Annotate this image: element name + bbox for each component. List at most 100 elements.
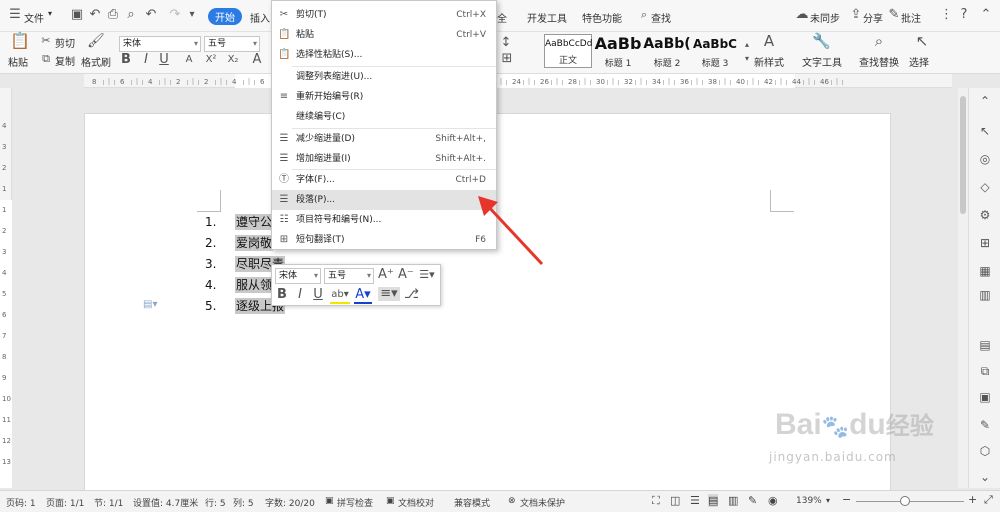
list-text[interactable]: 遵守公 — [235, 214, 274, 230]
vertical-ruler[interactable]: 4 3 2 1 1 2 3 4 5 6 7 8 9 10 11 12 13 — [0, 88, 12, 488]
status-setting[interactable]: 设置值: 4.7厘米 — [133, 496, 198, 509]
paragraph-options-icon[interactable]: ▤▾ — [143, 299, 157, 310]
status-section[interactable]: 节: 1/1 — [94, 496, 123, 509]
undo-icon[interactable]: ↶ — [144, 8, 158, 22]
mini-font-size-select[interactable]: 五号 — [324, 268, 374, 284]
outline-icon[interactable]: ☰ — [690, 494, 700, 507]
vertical-scrollbar[interactable] — [958, 88, 968, 488]
align-icon[interactable]: ≡▾ — [378, 287, 400, 301]
zoom-in-icon[interactable]: + — [968, 493, 977, 506]
menu-item-cut[interactable]: ✂ 剪切(T) Ctrl+X — [272, 5, 496, 25]
preview-icon[interactable]: ⌕ — [124, 8, 138, 22]
list-item[interactable]: 4. 服从领 — [205, 275, 274, 295]
wrench-icon[interactable]: 🔧 — [812, 34, 831, 49]
write-mode-icon[interactable]: ✎ — [748, 494, 757, 507]
doc-check-button[interactable]: 文档校对 — [398, 496, 434, 509]
scrollbar-thumb[interactable] — [960, 96, 966, 214]
collapse-ribbon-icon[interactable]: ⌃ — [980, 8, 992, 22]
help-icon[interactable]: ? — [958, 8, 970, 22]
tab-insert[interactable]: 插入 — [250, 10, 270, 25]
tab-developer[interactable]: 开发工具 — [527, 10, 567, 25]
hamburger-menu-icon[interactable]: ☰ — [8, 8, 22, 22]
protect-status[interactable]: 文档未保护 — [520, 496, 565, 509]
shrink-font-icon[interactable]: A⁻ — [398, 268, 414, 282]
chevron-down-icon[interactable]: ▾ — [48, 9, 52, 18]
zoom-out-icon[interactable]: − — [842, 493, 851, 506]
document-icon[interactable]: ▤ — [977, 338, 993, 352]
menu-item-increase-indent[interactable]: ☰ 增加缩进量(I) Shift+Alt+. — [272, 149, 496, 169]
menu-item-adjust-list-indent[interactable]: 调整列表缩进(U)... — [272, 67, 496, 87]
status-row[interactable]: 行: 5 — [205, 496, 226, 509]
cut-button[interactable]: 剪切 — [55, 35, 75, 50]
pages-icon[interactable]: ⧉ — [977, 364, 993, 379]
shield-icon[interactable]: ⬡ — [977, 444, 993, 458]
italic-icon[interactable]: I — [140, 53, 152, 67]
fullscreen-icon[interactable]: ⛶ — [652, 494, 660, 508]
status-word-count[interactable]: 字数: 20/20 — [265, 496, 315, 509]
grow-font-icon[interactable]: A⁺ — [378, 268, 394, 282]
new-style-button[interactable]: 新样式 — [754, 54, 784, 69]
doc-check-icon[interactable]: ▣ — [386, 496, 395, 506]
redo-icon[interactable]: ↷ — [168, 8, 182, 22]
style-heading2[interactable]: AaBb( 标题 2 — [643, 34, 691, 69]
settings-icon[interactable]: ⚙ — [977, 208, 993, 222]
tab-home[interactable]: 开始 — [208, 8, 242, 25]
status-page-number[interactable]: 页码: 1 — [6, 496, 36, 509]
style-heading1[interactable]: AaBb 标题 1 — [594, 34, 642, 69]
menu-item-paste[interactable]: 📋 粘贴 Ctrl+V — [272, 25, 496, 45]
table-icon[interactable]: ⊞ — [977, 236, 993, 250]
mini-font-name-select[interactable]: 宋体 — [275, 268, 321, 284]
menu-item-paste-special[interactable]: 📋 选择性粘贴(S)... — [272, 45, 496, 65]
select-button[interactable]: 选择 — [909, 54, 929, 69]
chart-icon[interactable]: ▥ — [977, 288, 993, 302]
menu-item-translate[interactable]: ⊞ 短句翻译(T) F6 — [272, 230, 496, 250]
sort-icon[interactable]: ↕ — [500, 36, 512, 50]
menu-item-paragraph[interactable]: ☰ 段落(P)... — [272, 190, 496, 210]
zoom-level[interactable]: 139% — [796, 496, 822, 506]
superscript-icon[interactable]: X² — [204, 53, 218, 67]
line-spacing-icon[interactable]: ☰▾ — [418, 268, 436, 282]
styles-scroll-icon[interactable]: ▴ ▾ — [742, 38, 752, 66]
format-painter-icon[interactable]: ⎇ — [404, 288, 419, 302]
share-button[interactable]: 分享 — [863, 10, 883, 25]
eye-icon[interactable]: ◉ — [768, 494, 778, 507]
file-menu[interactable]: 文件 — [24, 10, 44, 25]
list-text[interactable]: 爱岗敬 — [235, 235, 274, 251]
highlight-icon[interactable]: ab▾ — [330, 288, 350, 304]
cut-icon[interactable]: ✂ — [40, 34, 52, 48]
chevron-down-icon[interactable]: ⌄ — [977, 470, 993, 484]
zoom-slider-handle[interactable] — [900, 496, 910, 506]
copy-icon[interactable]: ⧉ — [40, 52, 52, 66]
italic-icon[interactable]: I — [294, 288, 306, 302]
cursor-icon[interactable]: ↖ — [977, 124, 993, 138]
list-item[interactable]: 2. 爱岗敬 — [205, 233, 274, 253]
zoom-slider-track[interactable] — [856, 501, 964, 502]
paste-button[interactable]: 粘贴 — [8, 54, 28, 69]
cursor-icon[interactable]: ↖ — [913, 34, 931, 49]
comment-button[interactable]: 批注 — [901, 10, 921, 25]
menu-item-font[interactable]: Ⓣ 字体(F)... Ctrl+D — [272, 170, 496, 190]
print-icon[interactable]: ⎙ — [106, 8, 120, 22]
menu-item-decrease-indent[interactable]: ☰ 减少缩进量(D) Shift+Alt+, — [272, 129, 496, 149]
spell-check-button[interactable]: 拼写检查 — [337, 496, 373, 509]
strikethrough-icon[interactable]: A — [182, 53, 196, 67]
shapes-icon[interactable]: ◇ — [977, 180, 993, 194]
underline-icon[interactable]: U — [312, 288, 324, 302]
list-text[interactable]: 服从领 — [235, 277, 274, 293]
undo-alt-icon[interactable]: ↶ — [88, 8, 102, 22]
page-view-icon[interactable]: ▤ — [708, 494, 719, 507]
customize-icon[interactable]: ▾ — [186, 8, 198, 22]
more-icon[interactable]: ⋮ — [940, 8, 953, 22]
table-border-icon[interactable]: ⊞ — [500, 52, 514, 66]
protect-icon[interactable]: ⊗ — [508, 496, 516, 506]
location-icon[interactable]: ◎ — [977, 152, 993, 166]
grid-icon[interactable]: ▦ — [977, 264, 993, 278]
bold-icon[interactable]: B — [276, 288, 288, 302]
text-tools-button[interactable]: 文字工具 — [802, 54, 842, 69]
tab-security[interactable]: 全 — [497, 10, 507, 25]
new-style-icon[interactable]: A — [760, 34, 778, 49]
edit-icon[interactable]: ✎ — [977, 418, 993, 432]
status-col[interactable]: 列: 5 — [233, 496, 254, 509]
horizontal-ruler[interactable]: 8642246810121416182022242628303234363840… — [84, 74, 952, 88]
list-item[interactable]: 1. 遵守公 — [205, 212, 274, 232]
